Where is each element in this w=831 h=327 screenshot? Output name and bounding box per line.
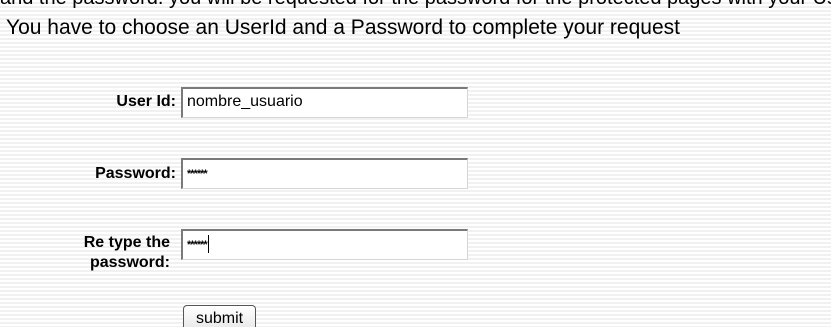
intro-text: You have to choose an UserId and a Passw… (6, 16, 680, 39)
password-label: Password: (95, 165, 176, 182)
retype-password-value: ****** (187, 239, 208, 251)
password-input[interactable]: ****** (181, 158, 468, 189)
password-value: ****** (187, 168, 208, 180)
retype-label-line2: password: (89, 254, 170, 271)
retype-password-label: Re type the password: (40, 233, 170, 273)
user-id-value: nombre_usuario (187, 93, 303, 110)
user-id-label: User Id: (116, 93, 176, 110)
submit-button[interactable]: submit (183, 305, 257, 327)
page: and the password. you will be requested … (0, 0, 831, 327)
user-id-input[interactable]: nombre_usuario (181, 87, 468, 118)
retype-label-line1: Re type the (83, 234, 170, 251)
cut-off-text-line: and the password. you will be requested … (0, 0, 831, 8)
text-caret (207, 234, 209, 253)
retype-password-input[interactable]: ****** (181, 229, 468, 260)
